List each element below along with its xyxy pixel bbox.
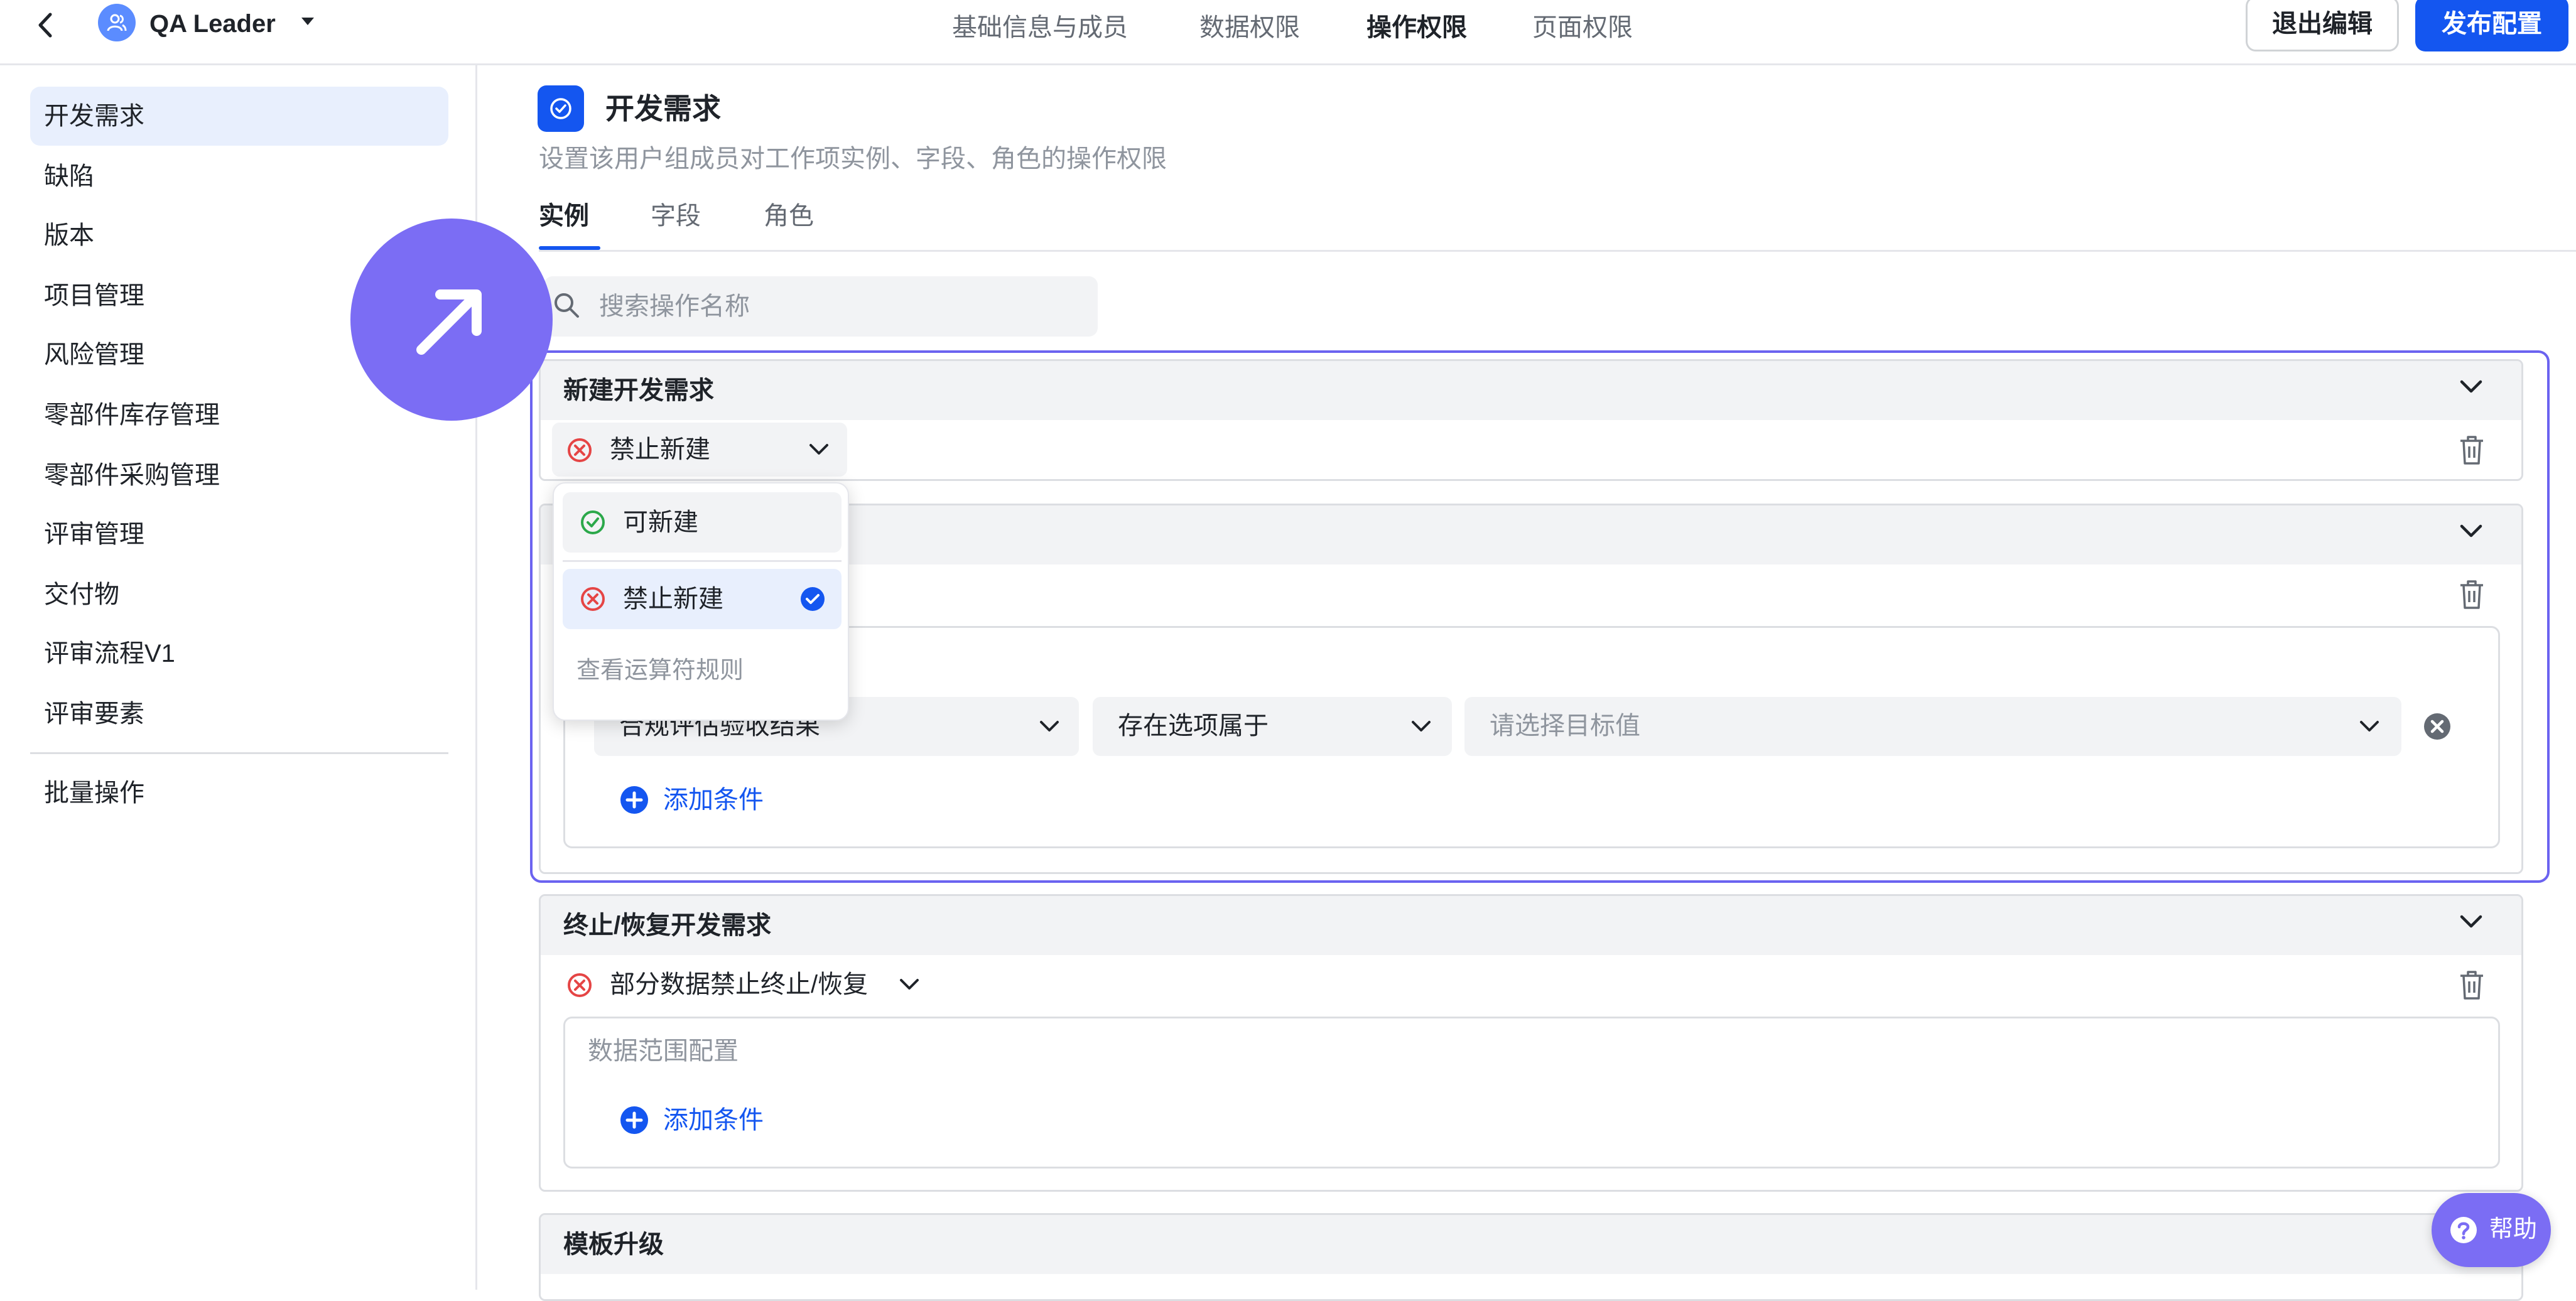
tab-data-permission[interactable]: 数据权限 [1199,8,1300,48]
permission-dropdown: 可新建 禁止新建 查看运算符规则 [553,482,849,721]
permission-value: 部分数据禁止终止/恢复 [610,971,869,998]
tab-field[interactable]: 字段 [651,196,701,236]
deny-icon [568,438,592,462]
option-allow-create[interactable]: 可新建 [563,492,842,553]
option-label: 可新建 [623,509,698,536]
page-title: 开发需求 [605,92,721,125]
dropdown-divider [563,560,842,562]
tab-page-permission[interactable]: 页面权限 [1532,8,1633,48]
data-range-box: 数据范围配置 添加条件 [563,1017,2500,1169]
operator-rules-link[interactable]: 查看运算符规则 [576,652,744,689]
deny-icon [581,587,605,611]
question-icon [2450,1217,2477,1243]
permission-select[interactable]: 部分数据禁止终止/恢复 [552,958,929,1012]
arrow-up-right-icon [416,289,482,355]
operator-value: 存在选项属于 [1118,712,1269,740]
chevron-left-icon [38,13,52,38]
sidebar-item-batch[interactable]: 批量操作 [30,764,448,823]
chevron-down-icon [1040,721,1059,731]
trash-icon[interactable] [2459,970,2485,1000]
chevron-down-icon[interactable] [2459,379,2484,395]
help-button[interactable]: 帮助 [2432,1193,2551,1267]
sidebar-item-review-flow[interactable]: 评审流程V1 [30,624,448,683]
permission-select[interactable]: 禁止新建 [552,423,847,477]
panel-terminate: 终止/恢复开发需求 部分数据禁止终止/恢复 数据范围配置 添加条件 [539,894,2523,1192]
sidebar-item-deliverable[interactable]: 交付物 [30,565,448,624]
search-icon [555,293,579,318]
remove-condition-icon[interactable] [2423,712,2452,741]
page-description: 设置该用户组成员对工作项实例、字段、角色的操作权限 [539,145,1167,173]
panel-create: 新建开发需求 禁止新建 [539,359,2523,481]
caret-down-icon[interactable] [300,16,315,26]
tab-instance[interactable]: 实例 [539,196,589,236]
sidebar-divider [30,752,448,754]
help-label: 帮助 [2489,1216,2538,1243]
back-button[interactable] [28,5,63,45]
search-placeholder: 搜索操作名称 [599,293,750,320]
selected-check-icon [801,587,825,611]
option-deny-create[interactable]: 禁止新建 [563,569,842,629]
add-condition-button[interactable]: 添加条件 [663,781,764,819]
panel-title: 新建开发需求 [563,377,714,404]
cursor-indicator [350,219,553,421]
add-condition-button[interactable]: 添加条件 [663,1101,764,1139]
sidebar-item-defect[interactable]: 缺陷 [30,147,448,206]
sidebar-item-dev-requirement[interactable]: 开发需求 [30,87,448,146]
panel-header[interactable]: 模板升级 [541,1215,2521,1274]
sidebar-item-parts-purchase[interactable]: 零部件采购管理 [30,446,448,505]
panel-header[interactable]: 新建开发需求 [541,361,2521,420]
group-avatar [98,4,136,41]
tab-operation-permission[interactable]: 操作权限 [1366,8,1467,48]
chevron-down-icon [1412,721,1431,731]
tab-role[interactable]: 角色 [764,196,814,236]
condition-box: 合规评估验收结果 存在选项属于 请选择目标值 添加条件 [563,626,2500,848]
chevron-down-icon [809,444,828,455]
tab-basic-info[interactable]: 基础信息与成员 [952,8,1128,48]
panel-title: 模板升级 [563,1231,664,1258]
exit-edit-button[interactable]: 退出编辑 [2246,0,2399,51]
chevron-down-icon[interactable] [2459,523,2484,539]
panel-template-upgrade: 模板升级 [539,1213,2523,1301]
panel-header[interactable]: 终止/恢复开发需求 [541,896,2521,955]
permission-value: 禁止新建 [610,436,710,463]
add-circle-icon[interactable] [619,1105,649,1135]
target-value-select[interactable]: 请选择目标值 [1464,697,2401,756]
trash-icon[interactable] [2459,435,2485,465]
chevron-down-icon [900,979,919,990]
publish-button[interactable]: 发布配置 [2415,0,2568,51]
top-bar: QA Leader 基础信息与成员 数据权限 操作权限 页面权限 退出编辑 发布… [0,0,2576,65]
add-circle-icon[interactable] [619,785,649,815]
option-label: 禁止新建 [623,585,723,613]
section-icon [538,85,584,132]
operator-select[interactable]: 存在选项属于 [1093,697,1452,756]
chevron-down-icon[interactable] [2459,914,2484,930]
chevron-down-icon [2360,721,2379,731]
group-name[interactable]: QA Leader [149,5,276,43]
target-value-placeholder: 请选择目标值 [1490,712,1640,740]
allow-icon [581,510,605,534]
user-group-icon [107,14,127,31]
sidebar-item-review[interactable]: 评审管理 [30,505,448,564]
sidebar-item-review-element[interactable]: 评审要素 [30,684,448,743]
data-range-label: 数据范围配置 [588,1037,739,1065]
deny-icon [568,973,592,997]
check-circle-icon [550,98,571,119]
panel-title: 终止/恢复开发需求 [563,912,772,939]
trash-icon[interactable] [2459,580,2485,610]
tabs-divider [539,250,2576,252]
